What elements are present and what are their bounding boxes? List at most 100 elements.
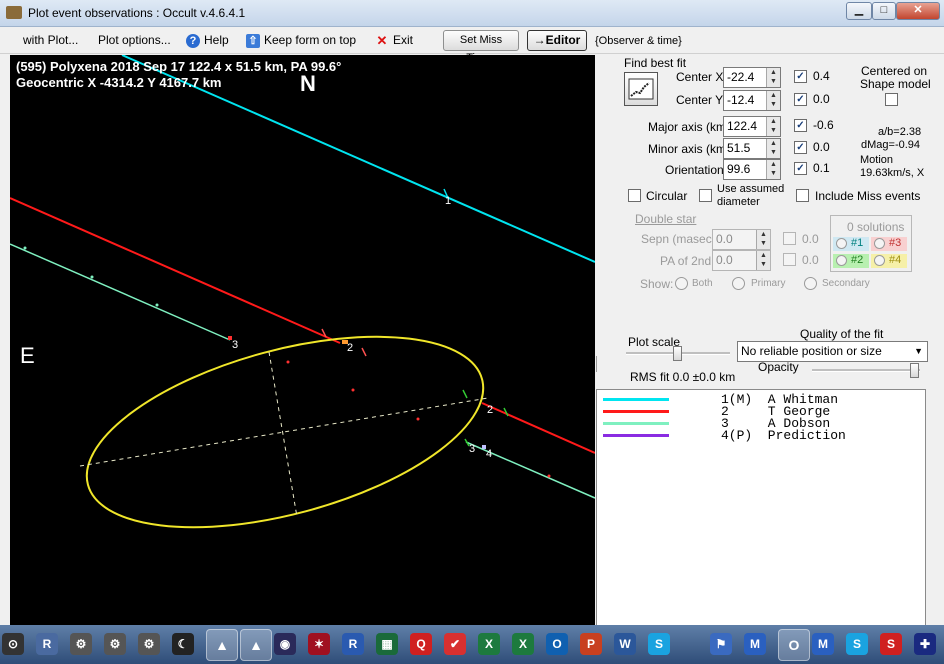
solution-3-radio[interactable] [874, 238, 885, 249]
plot-canvas[interactable]: (595) Polyxena 2018 Sep 17 122.4 x 51.5 … [10, 55, 595, 625]
menu-help[interactable]: ? Help [186, 33, 229, 48]
sepn-spinner[interactable]: 0.0 ▲ ▼ [712, 229, 771, 250]
spinner-arrows-icon[interactable]: ▲ ▼ [766, 139, 780, 158]
flag-app-icon[interactable]: ⚑ [710, 633, 732, 655]
quality-select[interactable]: No reliable position or size ▼ [737, 341, 928, 362]
major-axis-checkbox[interactable]: ✓ [794, 119, 807, 132]
r-app-icon[interactable]: R [342, 633, 364, 655]
menu-help-label: Help [204, 33, 229, 47]
chord-line-george-right [481, 402, 595, 454]
show-secondary-radio[interactable] [804, 277, 817, 290]
include-miss-events-checkbox[interactable] [796, 189, 809, 202]
find-best-fit-button[interactable] [624, 72, 658, 106]
chevron-down-icon: ▼ [914, 346, 923, 356]
solution-2-radio[interactable] [836, 255, 847, 266]
outlook-app-icon[interactable]: O [546, 633, 568, 655]
center-y-checkbox[interactable]: ✓ [794, 93, 807, 106]
orientation-spinner[interactable]: 99.6 ▲ ▼ [723, 159, 781, 180]
spinner-arrows-icon[interactable]: ▲ ▼ [756, 251, 770, 270]
solution-1-label: #1 [851, 237, 864, 249]
skype-app-icon-1[interactable]: S [648, 633, 670, 655]
centered-on-label-1: Centered on [861, 64, 928, 78]
s-red-app-icon[interactable]: S [880, 633, 902, 655]
minimize-button[interactable]: ▁ [846, 2, 872, 20]
outlook-app-icon-2[interactable]: O [778, 629, 810, 661]
spinner-arrows-icon[interactable]: ▲ ▼ [766, 68, 780, 87]
skype-app-icon-2[interactable]: S [846, 633, 868, 655]
menu-with-plot[interactable]: with Plot... [23, 33, 78, 47]
observer-time-label: {Observer & time} [595, 35, 682, 47]
set-miss-times-button[interactable]: Set Miss Times [443, 30, 519, 64]
show-primary-radio[interactable] [732, 277, 745, 290]
sepn-checkbox[interactable] [783, 232, 796, 245]
show-primary-label: Primary [751, 278, 786, 289]
double-star-label: Double star [635, 212, 697, 226]
motion-value: 19.63km/s, X [860, 167, 925, 179]
find-best-fit-label: Find best fit [624, 56, 687, 70]
menu-plot-options[interactable]: Plot options... [98, 33, 171, 47]
event-dot-1 [23, 246, 27, 250]
globe-app-icon[interactable]: ◉ [274, 633, 296, 655]
use-assumed-diameter-checkbox[interactable] [699, 189, 712, 202]
minor-axis-checkbox[interactable]: ✓ [794, 141, 807, 154]
moon-app-icon[interactable]: ☾ [172, 633, 194, 655]
sepn-value: 0.0 [716, 232, 733, 246]
solution-4[interactable]: #4 [871, 254, 907, 268]
menu-exit[interactable]: ✕ Exit [375, 33, 413, 48]
solutions-title: 0 solutions [847, 220, 905, 234]
pa2-checkbox[interactable] [783, 253, 796, 266]
solution-1-radio[interactable] [836, 238, 847, 249]
center-y-spinner[interactable]: -12.4 ▲ ▼ [723, 90, 781, 111]
center-x-checkbox[interactable]: ✓ [794, 70, 807, 83]
gear-app-icon-2[interactable]: ⚙ [104, 633, 126, 655]
start-orb-icon[interactable]: ⊙ [2, 633, 24, 655]
solution-2[interactable]: #2 [833, 254, 869, 268]
use-assumed-label-2: diameter [717, 196, 760, 208]
occult-app-icon-1[interactable]: ▲ [206, 629, 238, 661]
center-x-spinner[interactable]: -22.4 ▲ ▼ [723, 67, 781, 88]
menu-exit-label: Exit [393, 33, 414, 47]
pa2-spinner[interactable]: 0.0 ▲ ▼ [712, 250, 771, 271]
include-miss-events-label: Include Miss events [815, 189, 921, 203]
malwarebytes-app-icon[interactable]: M [744, 633, 766, 655]
chord-line-dobson-left [10, 243, 231, 341]
opacity-slider-track[interactable] [812, 369, 920, 372]
orientation-checkbox[interactable]: ✓ [794, 162, 807, 175]
spinner-arrows-icon[interactable]: ▲ ▼ [766, 160, 780, 179]
minor-axis-spinner[interactable]: 51.5 ▲ ▼ [723, 138, 781, 159]
grid-app-icon[interactable]: ▦ [376, 633, 398, 655]
menu-keep-on-top[interactable]: ⇧ Keep form on top [246, 33, 356, 48]
excel-app-icon-2[interactable]: X [512, 633, 534, 655]
star-app-icon[interactable]: ✶ [308, 633, 330, 655]
event-dot-4 [286, 360, 290, 364]
excel-app-icon-1[interactable]: X [478, 633, 500, 655]
orientation-label: Orientation [665, 163, 724, 177]
word-app-icon[interactable]: W [614, 633, 636, 655]
spinner-arrows-icon[interactable]: ▲ ▼ [766, 117, 780, 136]
occult-app-icon-2[interactable]: ▲ [240, 629, 272, 661]
solution-3[interactable]: #3 [871, 237, 907, 251]
au-flag-icon[interactable]: ✚ [914, 633, 936, 655]
spinner-arrows-icon[interactable]: ▲ ▼ [766, 91, 780, 110]
check-app-icon[interactable]: ✔ [444, 633, 466, 655]
malwarebytes-app-icon-2[interactable]: M [812, 633, 834, 655]
solution-4-radio[interactable] [874, 255, 885, 266]
spinner-arrows-icon[interactable]: ▲ ▼ [756, 230, 770, 249]
solution-1[interactable]: #1 [833, 237, 869, 251]
show-both-radio[interactable] [675, 277, 688, 290]
circular-checkbox[interactable] [628, 189, 641, 202]
minor-axis-line [268, 351, 298, 518]
register-app-icon[interactable]: R [36, 633, 58, 655]
powerpoint-app-icon[interactable]: P [580, 633, 602, 655]
plot-scale-slider-thumb[interactable] [673, 346, 682, 361]
gear-app-icon-3[interactable]: ⚙ [138, 633, 160, 655]
gear-app-icon-1[interactable]: ⚙ [70, 633, 92, 655]
editor-button[interactable]: →Editor [527, 30, 587, 51]
opacity-slider-thumb[interactable] [910, 363, 919, 378]
maximize-button[interactable]: □ [872, 2, 896, 20]
major-axis-spinner[interactable]: 122.4 ▲ ▼ [723, 116, 781, 137]
centered-on-shape-checkbox[interactable] [885, 93, 898, 106]
q-app-icon[interactable]: Q [410, 633, 432, 655]
close-button[interactable]: ✕ [896, 2, 940, 20]
minor-axis-label: Minor axis (km) [648, 142, 731, 156]
